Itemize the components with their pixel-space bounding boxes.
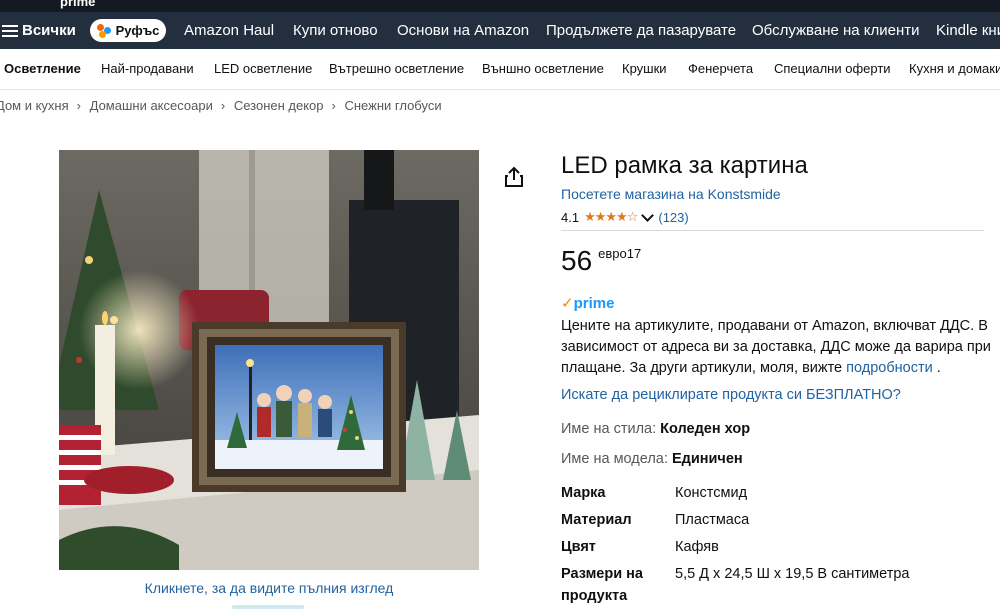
share-icon[interactable] — [503, 166, 525, 188]
spec-value: Констсмид — [675, 485, 748, 501]
main-nav-bar: Всички Руфъс Amazon Haul Купи отново Осн… — [0, 12, 1000, 49]
price-whole: 56 — [561, 245, 593, 276]
breadcrumb: Дом и кухня › Домашни аксесоари › Сезонен … — [0, 98, 445, 113]
rating-row: 4.1 ★★★★☆ (123) — [561, 208, 689, 225]
spec-key: Материал — [561, 512, 632, 528]
share-icon-svg — [505, 166, 523, 187]
product-main-image[interactable] — [59, 150, 479, 570]
breadcrumb-separator-icon: › — [76, 98, 81, 113]
breadcrumb-item[interactable]: Дом и кухня — [0, 98, 69, 113]
breadcrumb-item[interactable]: Домашни аксесоари — [90, 98, 213, 113]
rufus-label: Руфъс — [115, 23, 160, 38]
model-name-row: Име на модела: Единичен — [561, 451, 743, 467]
spec-key: Цвят — [561, 539, 596, 555]
breadcrumb-item[interactable]: Снежни глобуси — [344, 98, 441, 113]
nav-item-amazon-basics[interactable]: Основи на Amazon — [397, 12, 529, 49]
subnav-item-kitchen-home[interactable]: Кухня и домакинство — [909, 49, 1000, 89]
vat-details-link[interactable]: подробности — [846, 360, 933, 376]
price-fraction: евро17 — [598, 246, 642, 261]
star-rating-icon[interactable]: ★★★★☆ — [584, 209, 638, 225]
subnav-item-indoor-lighting[interactable]: Вътрешно осветление — [329, 49, 464, 89]
product-photo-illustration — [59, 150, 479, 570]
section-divider — [561, 230, 984, 231]
breadcrumb-separator-icon: › — [331, 98, 336, 113]
spec-key: Размери на продукта — [561, 566, 643, 604]
prime-check-icon: ✓ — [561, 295, 574, 312]
subnav-item-lighting[interactable]: Осветление — [4, 49, 81, 89]
breadcrumb-item[interactable]: Сезонен декор — [234, 98, 324, 113]
prime-logo-peek[interactable]: prime — [60, 0, 95, 9]
spec-value: Пластмаса — [675, 512, 750, 528]
nav-item-amazon-haul[interactable]: Amazon Haul — [184, 12, 274, 49]
spec-key: Марка — [561, 485, 606, 501]
subnav-item-led-lighting[interactable]: LED осветление — [214, 49, 312, 89]
spec-value: Кафяв — [675, 539, 719, 555]
breadcrumb-separator-icon: › — [220, 98, 226, 113]
prime-badge[interactable]: ✓prime — [561, 294, 614, 312]
nav-item-keep-shopping[interactable]: Продължете да пазарувате — [546, 12, 736, 49]
rating-count-link[interactable]: (123) — [658, 210, 688, 225]
rufus-button[interactable]: Руфъс — [90, 19, 166, 42]
vat-end: . — [936, 360, 941, 376]
prime-label: prime — [573, 295, 615, 312]
style-name-row: Име на стила: Коледен хор — [561, 421, 750, 437]
rating-value: 4.1 — [561, 209, 580, 225]
nav-item-customer-service[interactable]: Обслужване на клиенти — [752, 12, 920, 49]
style-name-value: Коледен хор — [660, 421, 751, 437]
chevron-down-icon[interactable] — [641, 208, 655, 222]
subnav-item-flashlights[interactable]: Фенерчета — [688, 49, 753, 89]
model-name-label: Име на модела: — [561, 451, 668, 467]
price: 56 евро17 — [561, 245, 641, 277]
all-menu-label: Всички — [22, 22, 76, 39]
rufus-icon — [96, 23, 111, 38]
spec-value: 5,5 Д x 24,5 Ш x 19,5 В сантиметра — [675, 566, 910, 582]
recycle-link[interactable]: Искате да рециклирате продукта си БЕЗПЛА… — [561, 387, 901, 403]
view-full-image-link[interactable]: Кликнете, за да видите пълния изглед — [59, 580, 479, 596]
all-menu-button[interactable]: Всички — [0, 12, 76, 49]
top-header-strip: prime — [0, 0, 1000, 12]
nav-item-kindle-books[interactable]: Kindle книги — [936, 12, 1000, 49]
nav-item-buy-again[interactable]: Купи отново — [293, 12, 378, 49]
vat-notice: Цените на артикулите, продавани от Amazo… — [561, 316, 991, 379]
product-title: LED рамка за картина — [561, 152, 808, 179]
subnav-item-outdoor-lighting[interactable]: Външно осветление — [482, 49, 604, 89]
hamburger-icon — [2, 22, 18, 40]
category-subnav: Осветление Най-продавани LED осветление … — [0, 49, 1000, 90]
thumbnail-strip-peek — [232, 605, 304, 609]
subnav-item-bulbs[interactable]: Крушки — [622, 49, 667, 89]
store-link[interactable]: Посетете магазина на Konstsmide — [561, 186, 781, 202]
subnav-item-special-offers[interactable]: Специални оферти — [774, 49, 891, 89]
subnav-item-bestsellers[interactable]: Най-продавани — [101, 49, 194, 89]
style-name-label: Име на стила: — [561, 421, 657, 437]
model-name-value: Единичен — [671, 451, 743, 467]
